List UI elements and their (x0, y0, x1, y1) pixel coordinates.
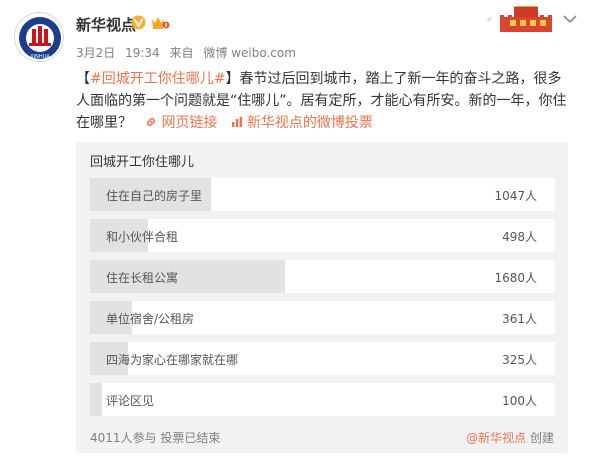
poll-status: 4011人参与 投票已结束 (90, 431, 221, 445)
avatar[interactable]: XINHUA (14, 12, 64, 62)
post-source[interactable]: 微博 weibo.com (203, 46, 296, 60)
weibo-post: XINHUA 新华视点 3月2日 19:34 来自 微博 weibo.com 【… (0, 0, 592, 459)
poll-option-count: 361人 (502, 312, 537, 326)
web-link[interactable]: 网页链接 (161, 115, 217, 131)
topic-close-bracket: 】 (225, 71, 240, 87)
poll-creator-link[interactable]: @新华视点 (466, 431, 526, 445)
topic-link[interactable]: #回城开工你住哪儿# (90, 71, 225, 87)
poll-link[interactable]: 新华视点的微博投票 (247, 115, 373, 131)
poll-option-count: 1680人 (494, 271, 537, 285)
author-name[interactable]: 新华视点 (76, 14, 136, 35)
poll-creator: @新华视点 创建 (466, 429, 554, 446)
poll-option[interactable]: 四海为家心在哪家就在哪 325人 (90, 342, 555, 375)
poll-option-count: 498人 (502, 230, 537, 244)
poll-link-icon (231, 117, 243, 127)
vip-badge-icon[interactable] (150, 14, 170, 31)
poll-title: 回城开工你住哪儿 (90, 155, 195, 170)
poll-option-bar (90, 383, 102, 416)
poll-option-count: 1047人 (494, 189, 537, 203)
post-time[interactable]: 19:34 (125, 46, 160, 60)
poll-option-label: 住在长租公寓 (106, 271, 179, 285)
poll-option-label: 四海为家心在哪家就在哪 (106, 353, 239, 367)
poll-option[interactable]: 住在长租公寓 1680人 (90, 260, 555, 293)
post-via-label: 来自 (169, 46, 194, 60)
poll-option[interactable]: 评论区见 100人 (90, 383, 555, 416)
poll-option-label: 单位宿舍/公租房 (106, 312, 195, 326)
poll-option-label: 和小伙伴合租 (106, 230, 179, 244)
poll-option-label: 住在自己的房子里 (106, 189, 203, 203)
xinhua-logo-icon: XINHUA (16, 14, 63, 61)
topic-open-bracket: 【 (76, 71, 90, 87)
poll-option-count: 100人 (502, 394, 537, 408)
svg-text:XINHUA: XINHUA (30, 54, 50, 60)
great-wall-banner-icon (486, 6, 552, 32)
post-content: 【#回城开工你住哪儿#】春节过后回到城市，踏上了新一年的奋斗之路，很多人面临的第… (76, 68, 570, 134)
post-meta: 3月2日 19:34 来自 微博 weibo.com (76, 44, 302, 61)
poll-creator-suffix: 创建 (526, 431, 554, 445)
poll-card: 回城开工你住哪儿 住在自己的房子里 1047人和小伙伴合租 498人住在长租公寓 16… (76, 142, 568, 453)
chevron-down-icon[interactable] (562, 12, 578, 26)
poll-option-label: 评论区见 (106, 394, 155, 408)
poll-option[interactable]: 和小伙伴合租 498人 (90, 219, 555, 252)
poll-option[interactable]: 住在自己的房子里 1047人 (90, 178, 555, 211)
link-icon (147, 117, 156, 127)
verified-badge-icon (131, 15, 146, 30)
post-date[interactable]: 3月2日 (76, 46, 115, 60)
poll-option[interactable]: 单位宿舍/公租房 361人 (90, 301, 555, 334)
poll-option-count: 325人 (502, 353, 537, 367)
